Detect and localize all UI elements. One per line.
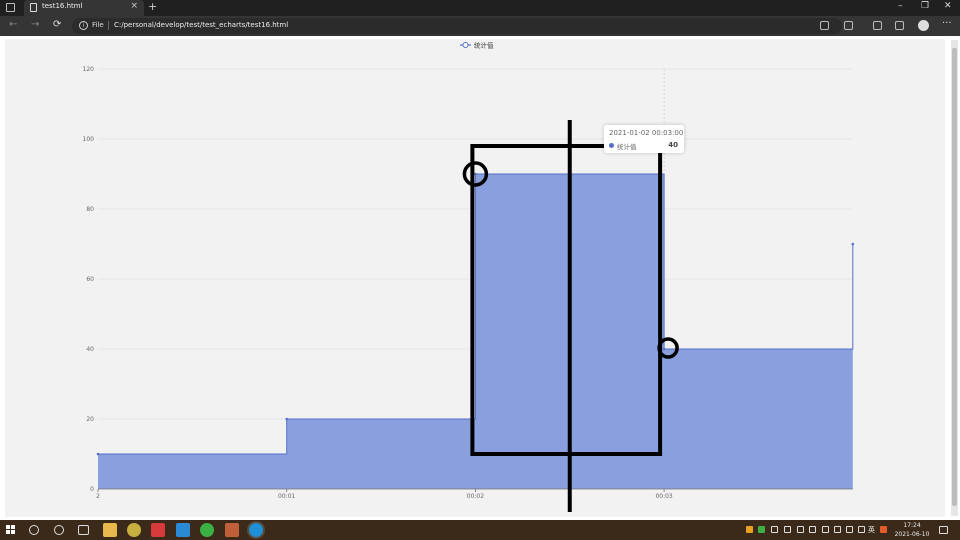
tray-icon-3[interactable] [797, 526, 804, 533]
y-tick-label-60: 60 [86, 276, 94, 283]
page-content: 0 20 40 60 80 100 120 2 00:01 00:02 00:03 统计值 2021… [0, 36, 960, 520]
wechat-tray-icon[interactable] [758, 526, 765, 533]
x-tick-label-2: 00:02 [467, 493, 484, 500]
tray-icon-1[interactable] [771, 526, 778, 533]
clock[interactable]: 17:24 2021-06-10 [890, 521, 934, 539]
y-tick-label-100: 100 [83, 136, 95, 143]
task-view-icon[interactable] [78, 525, 89, 535]
y-tick-label-20: 20 [86, 416, 94, 423]
address-bar[interactable]: i File C:/personal/develop/test/test_ech… [72, 18, 842, 34]
profile-avatar[interactable] [918, 20, 929, 31]
wechat-icon[interactable] [200, 523, 214, 537]
tab-title: test16.html [42, 2, 83, 10]
url-text[interactable]: C:/personal/develop/test/test_echarts/te… [114, 21, 288, 29]
y-tick-label-0: 0 [90, 486, 94, 493]
forward-button[interactable]: → [31, 19, 39, 30]
taskbar: 英 17:24 2021-06-10 [0, 520, 960, 540]
collections-icon[interactable] [895, 21, 904, 30]
data-point-4 [851, 242, 855, 246]
legend-label: 统计值 [474, 41, 494, 50]
vscode-icon[interactable] [176, 523, 190, 537]
app-icon-3[interactable] [225, 523, 239, 537]
tooltip-series-name: 统计值 [617, 143, 637, 151]
search-icon[interactable] [29, 525, 39, 535]
favorites-icon[interactable] [873, 21, 882, 30]
ime-indicator[interactable]: 英 [868, 525, 875, 535]
data-point-0 [96, 452, 100, 456]
address-separator [108, 21, 109, 30]
tray-icon-4[interactable] [809, 526, 816, 533]
tooltip-series-dot [609, 143, 614, 148]
tray-icon-6[interactable] [834, 526, 841, 533]
network-icon[interactable] [846, 526, 853, 533]
info-icon[interactable]: i [79, 21, 88, 30]
tab-test16[interactable]: test16.html × [24, 0, 144, 16]
tray-app-icon[interactable] [880, 526, 887, 533]
cortana-icon[interactable] [54, 525, 64, 535]
legend-circle-icon [462, 42, 469, 48]
notifications-icon[interactable] [939, 526, 948, 534]
data-point-1 [285, 417, 289, 421]
scheme-label: File [92, 21, 104, 29]
volume-icon[interactable] [858, 526, 865, 533]
y-tick-label-120: 120 [83, 66, 95, 73]
clock-time: 17:24 [903, 522, 921, 529]
restore-button[interactable]: ❐ [921, 1, 929, 11]
file-icon [30, 3, 37, 12]
chart-svg: 0 20 40 60 80 100 120 2 00:01 00:02 00:03 统计值 [83, 41, 855, 512]
file-explorer-icon[interactable] [103, 523, 117, 537]
app-icon-1[interactable] [127, 523, 141, 537]
app-icon-2[interactable] [151, 523, 165, 537]
clock-date: 2021-06-10 [894, 531, 930, 538]
chart-tooltip: 2021-01-02 00:03:00 统计值 40 [604, 125, 684, 153]
start-button[interactable] [6, 525, 16, 535]
edge-icon[interactable] [249, 523, 263, 537]
y-tick-label-80: 80 [86, 206, 94, 213]
data-point-2 [474, 172, 477, 176]
reading-view-icon[interactable] [844, 21, 853, 30]
new-tab-button[interactable]: + [148, 0, 157, 13]
security-tray-icon[interactable] [746, 526, 753, 533]
tab-close-button[interactable]: × [130, 1, 138, 11]
settings-menu-button[interactable]: ··· [942, 18, 952, 29]
tooltip-title: 2021-01-02 00:03:00 [609, 129, 684, 137]
data-point-3 [662, 347, 666, 351]
y-tick-label-40: 40 [86, 346, 94, 353]
legend[interactable]: 统计值 [460, 41, 494, 50]
tab-bar: test16.html × + – ❐ ✕ [0, 0, 960, 16]
x-tick-label-1: 00:01 [278, 493, 295, 500]
close-window-button[interactable]: ✕ [944, 1, 952, 11]
x-tick-label-3: 00:03 [655, 493, 672, 500]
x-tick-label-0: 2 [96, 493, 100, 500]
tooltip-value: 40 [668, 141, 678, 149]
back-button[interactable]: ← [9, 19, 17, 30]
tray-icon-2[interactable] [784, 526, 791, 533]
tray-icon-5[interactable] [822, 526, 829, 533]
minimize-button[interactable]: – [898, 1, 903, 11]
browser-toolbar: ← → ⟳ i File C:/personal/develop/test/te… [0, 16, 960, 36]
refresh-button[interactable]: ⟳ [53, 19, 61, 30]
tab-actions-icon[interactable] [6, 3, 15, 12]
site-permissions-icon[interactable] [820, 21, 829, 30]
series-group [96, 172, 855, 489]
